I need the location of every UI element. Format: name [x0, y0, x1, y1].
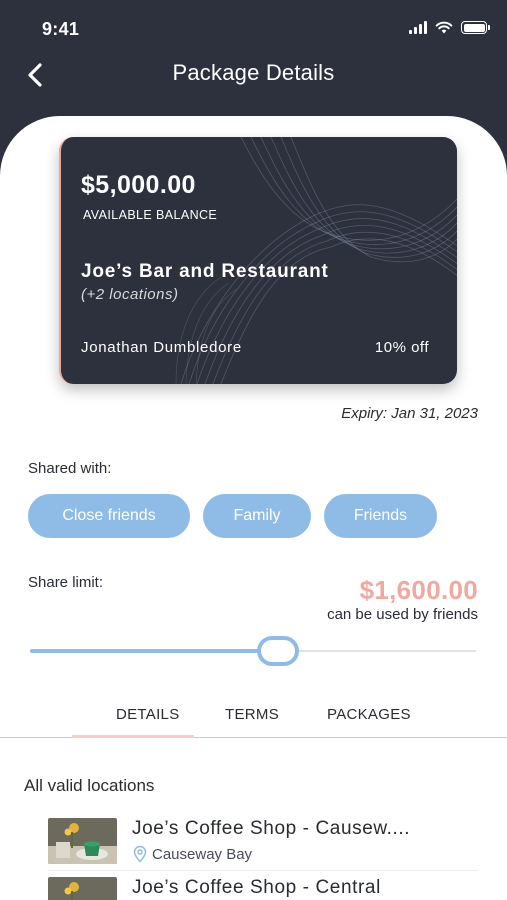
battery-icon [461, 21, 490, 34]
location-name: Joe’s Coffee Shop - Causew.... [132, 818, 411, 839]
map-pin-icon [133, 845, 147, 863]
location-thumbnail [48, 877, 117, 900]
status-bar: 9:41 [0, 0, 507, 54]
card-discount: 10% off [374, 339, 429, 356]
active-tab-indicator [72, 735, 194, 738]
slider-thumb[interactable] [256, 636, 299, 666]
wifi-icon [435, 21, 453, 34]
card-locations-count: (+2 locations) [81, 286, 179, 303]
nav-bar: Package Details [0, 54, 507, 94]
location-item[interactable]: Joe’s Coffee Shop - Causew.... Causeway … [48, 815, 478, 871]
location-thumbnail [48, 818, 117, 864]
signal-icon [409, 21, 427, 34]
location-item[interactable]: Joe’s Coffee Shop - Central [48, 874, 478, 900]
location-area-label: Causeway Bay [152, 845, 253, 863]
shared-with-label: Shared with: [28, 460, 112, 477]
expiry-date: Expiry: Jan 31, 2023 [341, 405, 478, 422]
locations-title: All valid locations [24, 776, 155, 795]
slider-fill [30, 649, 278, 653]
card-balance-label: AVAILABLE BALANCE [83, 208, 218, 222]
card-merchant-name: Joe’s Bar and Restaurant [81, 261, 329, 282]
share-limit-slider[interactable] [30, 635, 476, 667]
share-limit-caption: can be used by friends [327, 606, 478, 623]
chip-close-friends[interactable]: Close friends [28, 494, 190, 538]
chip-family[interactable]: Family [203, 494, 311, 538]
status-icons [409, 21, 490, 34]
page-title: Package Details [172, 60, 335, 85]
card-holder-name: Jonathan Dumbledore [81, 339, 242, 356]
tab-packages[interactable]: PACKAGES [327, 706, 411, 723]
share-limit-amount: $1,600.00 [359, 575, 478, 605]
card-balance: $5,000.00 [81, 171, 196, 199]
status-time: 9:41 [42, 19, 80, 39]
share-limit-label: Share limit: [28, 574, 104, 591]
package-card: $5,000.00 AVAILABLE BALANCE Joe’s Bar an… [59, 137, 457, 384]
location-name: Joe’s Coffee Shop - Central [132, 877, 381, 898]
tab-bar: DETAILS TERMS PACKAGES [0, 700, 507, 738]
location-area: Causeway Bay [132, 845, 252, 863]
tab-details[interactable]: DETAILS [116, 706, 180, 723]
tab-terms[interactable]: TERMS [225, 706, 279, 723]
chip-friends[interactable]: Friends [324, 494, 437, 538]
